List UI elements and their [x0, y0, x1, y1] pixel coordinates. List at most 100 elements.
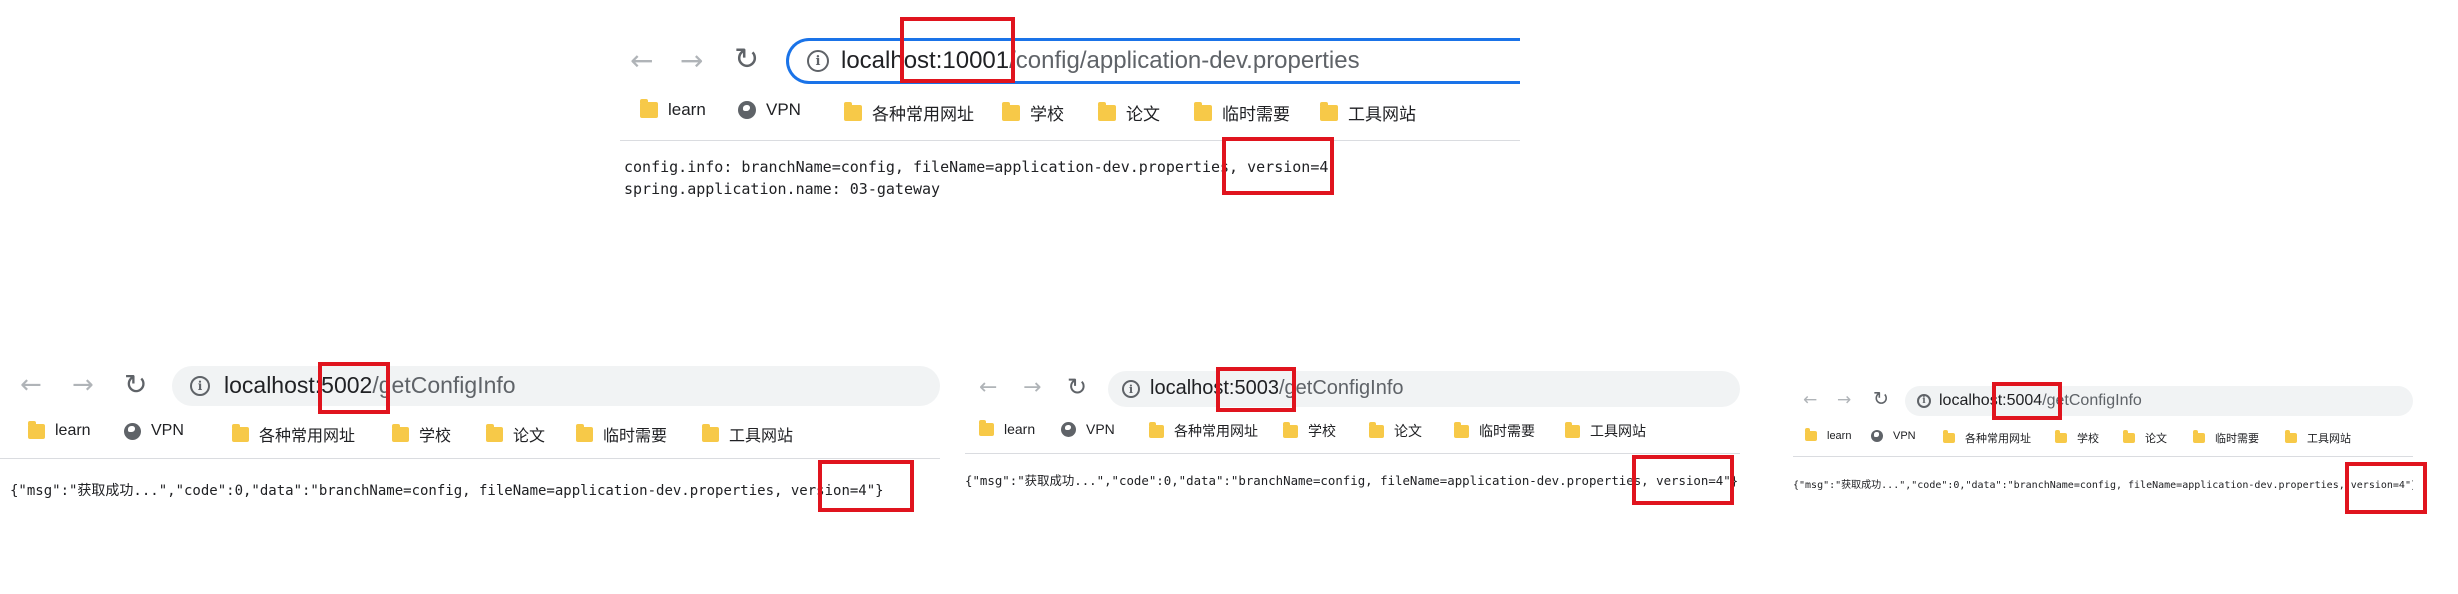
- address-bar[interactable]: i localhost:5003/getConfigInfo: [1108, 371, 1740, 407]
- info-icon[interactable]: i: [1917, 394, 1931, 408]
- bookmark-label: 工具网站: [729, 428, 794, 445]
- reload-button[interactable]: ↻: [1067, 373, 1087, 401]
- bookmark-vpn[interactable]: VPN: [1061, 421, 1115, 437]
- folder-icon: [1283, 421, 1298, 438]
- bookmark-label: 各种常用网址: [872, 105, 974, 124]
- highlight-version-top: [1222, 137, 1334, 195]
- folder-icon: [1943, 430, 1955, 443]
- folder-icon: [1565, 421, 1580, 438]
- bookmark-learn[interactable]: learn: [640, 99, 706, 120]
- address-bar[interactable]: i localhost:5002/getConfigInfo: [172, 366, 940, 406]
- info-icon[interactable]: i: [807, 50, 829, 72]
- bookmark-label: learn: [1004, 421, 1036, 437]
- folder-icon: [1194, 101, 1212, 121]
- reload-button[interactable]: ↻: [1873, 388, 1889, 410]
- back-button[interactable]: ←: [20, 370, 42, 400]
- bookmark-school[interactable]: 学校: [1002, 100, 1064, 125]
- reload-button[interactable]: ↻: [734, 42, 759, 77]
- back-button[interactable]: ←: [979, 375, 997, 400]
- forward-button[interactable]: →: [680, 44, 703, 77]
- url-path: /getConfigInfo: [1278, 377, 1404, 399]
- bookmark-papers[interactable]: 论文: [486, 422, 545, 446]
- browser-window-5003: ← → ↻ i localhost:5003/getConfigInfo lea…: [965, 365, 1740, 515]
- config-text-line-2: spring.application.name: 03-gateway: [624, 180, 941, 198]
- bookmark-label: 学校: [1030, 105, 1064, 124]
- folder-icon: [702, 423, 719, 442]
- bookmark-vpn[interactable]: VPN: [738, 100, 801, 120]
- highlight-version-5004: [2345, 462, 2427, 514]
- folder-icon: [2123, 430, 2135, 443]
- bookmark-temp[interactable]: 临时需要: [576, 422, 667, 446]
- folder-icon: [232, 423, 249, 442]
- highlight-version-5002: [818, 460, 914, 512]
- bookmark-temp[interactable]: 临时需要: [2193, 430, 2259, 446]
- bookmark-vpn[interactable]: VPN: [1871, 430, 1916, 442]
- back-button[interactable]: ←: [1803, 390, 1817, 410]
- bookmark-papers[interactable]: 论文: [1369, 421, 1422, 441]
- globe-icon: [124, 422, 141, 440]
- bookmark-label: 论文: [1394, 423, 1422, 439]
- folder-icon: [1805, 428, 1817, 441]
- bookmark-common-sites[interactable]: 各种常用网址: [1149, 421, 1258, 441]
- globe-icon: [738, 101, 756, 119]
- browser-window-config-server: ← → ↻ i localhost:10001/config/applicati…: [620, 20, 1520, 200]
- forward-button[interactable]: →: [72, 370, 94, 400]
- bookmark-label: VPN: [151, 422, 184, 439]
- highlight-port-5003: [1216, 367, 1296, 412]
- highlight-port-5002: [318, 362, 390, 414]
- bookmark-common-sites[interactable]: 各种常用网址: [844, 100, 974, 125]
- reload-button[interactable]: ↻: [124, 368, 147, 401]
- bookmark-label: 学校: [2077, 433, 2099, 445]
- bookmark-tools[interactable]: 工具网站: [1565, 421, 1646, 441]
- bookmark-vpn[interactable]: VPN: [124, 422, 184, 440]
- bookmark-temp[interactable]: 临时需要: [1194, 100, 1290, 125]
- bookmark-label: learn: [55, 422, 91, 439]
- folder-icon: [486, 423, 503, 442]
- highlight-version-5003: [1632, 455, 1734, 505]
- address-bar[interactable]: i localhost:10001/config/application-dev…: [786, 38, 1520, 84]
- bookmark-common-sites[interactable]: 各种常用网址: [232, 422, 355, 446]
- bookmark-learn[interactable]: learn: [28, 420, 91, 440]
- folder-icon: [1098, 101, 1116, 121]
- bookmark-label: 临时需要: [1222, 105, 1290, 124]
- browser-window-5002: ← → ↻ i localhost:5002/getConfigInfo lea…: [0, 360, 940, 520]
- bookmark-label: 各种常用网址: [259, 428, 356, 445]
- bookmark-tools[interactable]: 工具网站: [702, 422, 793, 446]
- bookmark-papers[interactable]: 论文: [1098, 100, 1160, 125]
- highlight-port-5004: [1992, 382, 2062, 420]
- folder-icon: [1454, 421, 1469, 438]
- bookmark-school[interactable]: 学校: [392, 422, 451, 446]
- bookmark-tools[interactable]: 工具网站: [1320, 100, 1416, 125]
- bookmark-learn[interactable]: learn: [979, 419, 1036, 437]
- folder-icon: [2285, 430, 2297, 443]
- bookmark-school[interactable]: 学校: [2055, 430, 2099, 446]
- toolbar-divider: [965, 453, 1740, 454]
- globe-icon: [1061, 421, 1076, 437]
- bookmark-label: 学校: [1308, 423, 1336, 439]
- bookmark-label: 工具网站: [1590, 423, 1646, 439]
- bookmark-label: 学校: [419, 428, 452, 445]
- bookmark-learn[interactable]: learn: [1805, 428, 1851, 442]
- toolbar-divider: [620, 140, 1520, 141]
- bookmark-common-sites[interactable]: 各种常用网址: [1943, 430, 2031, 446]
- bookmark-label: VPN: [1086, 421, 1115, 437]
- address-bar[interactable]: i localhost:5004/getConfigInfo: [1905, 386, 2413, 416]
- bookmark-label: 论文: [1126, 105, 1160, 124]
- browser-window-5004: ← → ↻ i localhost:5004/getConfigInfo lea…: [1793, 380, 2413, 510]
- globe-icon: [1871, 430, 1883, 442]
- bookmark-temp[interactable]: 临时需要: [1454, 421, 1535, 441]
- info-icon[interactable]: i: [190, 376, 210, 396]
- bookmark-papers[interactable]: 论文: [2123, 430, 2167, 446]
- bookmark-label: 临时需要: [2215, 433, 2259, 445]
- folder-icon: [1369, 421, 1384, 438]
- bookmark-label: VPN: [766, 100, 801, 119]
- bookmark-label: 论文: [2145, 433, 2167, 445]
- forward-button[interactable]: →: [1023, 375, 1041, 400]
- bookmark-school[interactable]: 学校: [1283, 421, 1336, 441]
- forward-button[interactable]: →: [1837, 390, 1851, 410]
- response-json: {"msg":"获取成功...","code":0,"data":"branch…: [1793, 480, 2413, 491]
- info-icon[interactable]: i: [1122, 380, 1140, 398]
- back-button[interactable]: ←: [630, 44, 653, 77]
- bookmark-label: 论文: [513, 428, 546, 445]
- bookmark-tools[interactable]: 工具网站: [2285, 430, 2351, 446]
